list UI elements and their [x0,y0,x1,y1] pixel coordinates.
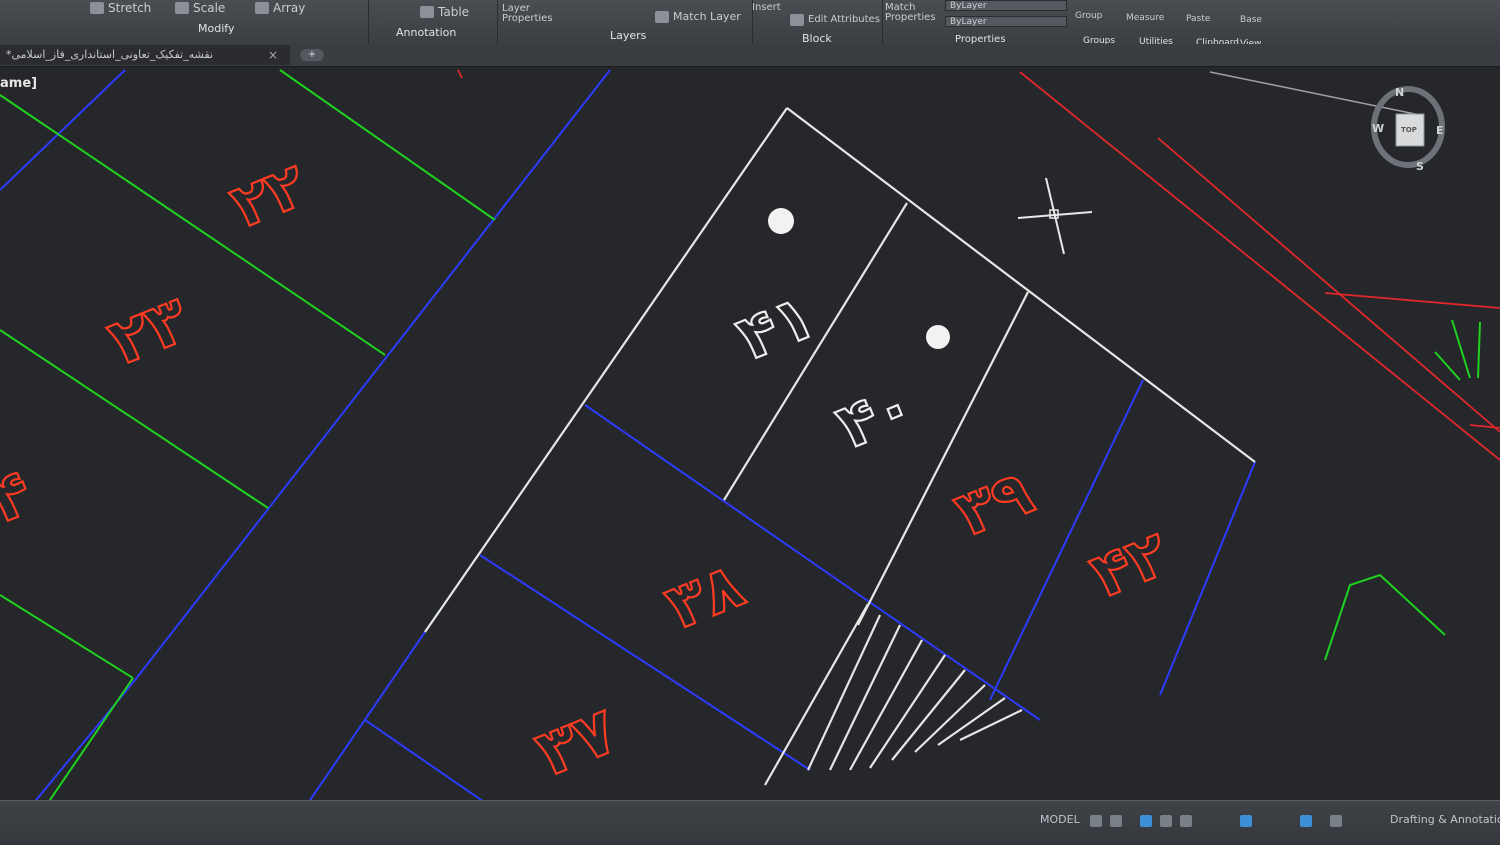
drawing-canvas[interactable]: ۲۲ ۲۳ ۴ ۳۹ ۳۸ ۳۷ ۴۲ ۴۱ ۴۰ [0,67,1500,844]
annotation-panel-title[interactable]: Annotation [396,26,456,39]
auto-scale-icon[interactable] [1330,815,1342,827]
array-button[interactable]: Array [255,0,305,16]
compass-west[interactable]: W [1372,122,1384,135]
measure-button[interactable]: Measure [1126,10,1164,26]
snap-icon[interactable] [1110,815,1122,827]
point-marker [926,325,950,349]
array-icon [255,2,269,14]
paste-button[interactable]: Paste [1186,11,1210,27]
compass-south[interactable]: S [1416,160,1424,173]
match-layer-button[interactable]: Match Layer [655,9,741,25]
panel-divider [497,0,498,44]
workspace-switch[interactable]: Drafting & Annotation [1390,813,1500,826]
stretch-icon [90,2,104,14]
viewport-label[interactable]: ame] [0,76,37,91]
insert-button[interactable]: Insert [752,0,781,16]
polar-icon[interactable] [1160,815,1172,827]
color-dropdown[interactable]: ByLayer [945,0,1067,11]
compass-north[interactable]: N [1395,86,1404,99]
model-tab[interactable]: MODEL [1040,813,1080,826]
viewcube[interactable]: N S E W TOP [1368,82,1448,173]
document-tab-bar: نقشه_تفکیک_تعاونی_استانداری_فاز_اسلامی* … [0,44,1500,67]
point-marker [768,208,794,234]
close-tab-icon[interactable]: × [268,45,278,65]
ortho-icon[interactable] [1140,815,1152,827]
table-icon [420,6,434,18]
osnap-icon[interactable] [1180,815,1192,827]
document-tab[interactable]: نقشه_تفکیک_تعاونی_استانداری_فاز_اسلامی* [0,45,290,65]
compass-east[interactable]: E [1436,124,1444,137]
grid-icon[interactable] [1090,815,1102,827]
table-button[interactable]: Table [420,4,469,20]
scale-icon [175,2,189,14]
viewcube-top-face[interactable]: TOP [1401,126,1417,134]
edit-attributes-icon [790,14,804,26]
layers-panel-title[interactable]: Layers [610,29,646,42]
group-button[interactable]: Group [1075,8,1102,24]
panel-divider [368,0,369,44]
layer-properties-button[interactable]: Layer Properties [502,4,557,24]
modify-panel-title[interactable]: Modify [198,22,234,35]
match-layer-icon [655,11,669,23]
linetype-dropdown[interactable]: ByLayer [945,16,1067,27]
status-bar: MODEL Drafting & Annotation [0,800,1500,845]
base-button[interactable]: Base [1240,12,1262,28]
panel-divider [882,0,883,44]
new-tab-button[interactable]: + [300,49,324,61]
match-properties-button[interactable]: Match Properties [885,3,936,23]
scale-button[interactable]: Scale [175,0,225,16]
annotation-visibility-icon[interactable] [1300,815,1312,827]
edit-attributes-button[interactable]: Edit Attributes [790,12,880,28]
stretch-button[interactable]: Stretch [90,0,151,16]
annotation-scale-icon[interactable] [1240,815,1252,827]
ribbon: Stretch Scale Array Modify Table Annotat… [0,0,1500,49]
